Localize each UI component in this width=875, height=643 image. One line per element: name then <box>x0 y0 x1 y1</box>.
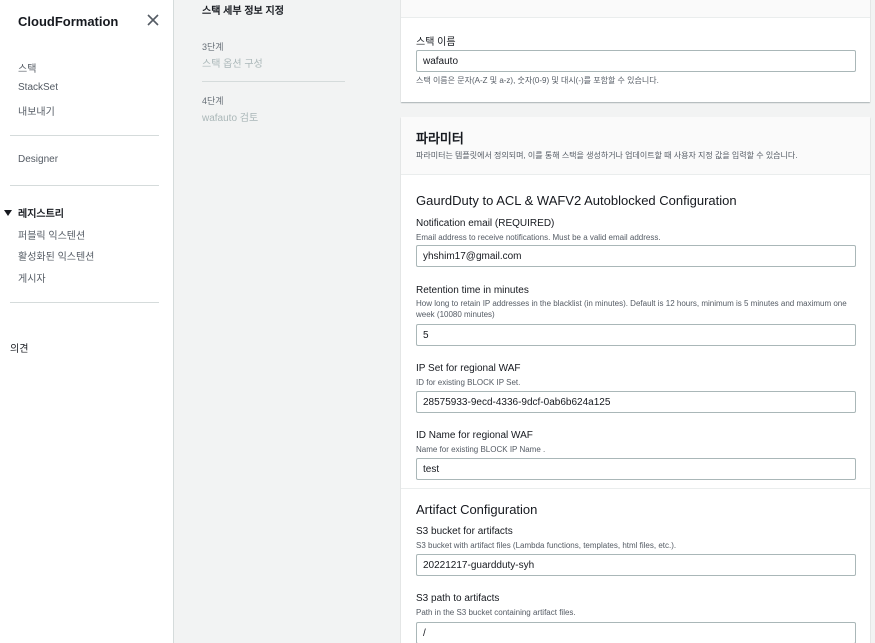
s3-path-label: S3 path to artifacts <box>416 593 500 604</box>
sidebar-section-label: 레지스트리 <box>18 209 64 220</box>
ipset-label: IP Set for regional WAF <box>416 363 521 374</box>
sidebar-item-designer[interactable]: Designer <box>18 154 58 165</box>
step-3-name[interactable]: 스택 옵션 구성 <box>202 55 263 70</box>
sidebar-section-registry[interactable]: 레지스트리 <box>4 205 64 220</box>
retention-label: Retention time in minutes <box>416 285 529 296</box>
idname-input[interactable] <box>416 458 856 480</box>
idname-description: Name for existing BLOCK IP Name . <box>416 445 546 454</box>
panel-header <box>401 117 870 175</box>
sidebar-item-public-extensions[interactable]: 퍼블릭 익스텐션 <box>18 227 85 242</box>
email-description: Email address to receive notifications. … <box>416 233 661 242</box>
side-navigation: CloudFormation 스택 StackSet 내보내기 Designer… <box>0 0 174 643</box>
sidebar-item-activated-extensions[interactable]: 활성화된 익스텐션 <box>18 248 94 263</box>
section-title-guardduty: GaurdDuty to ACL & WAFV2 Autoblocked Con… <box>416 193 737 208</box>
sidebar-divider <box>10 135 159 136</box>
wizard-steps: 스택 세부 정보 지정 3단계 스택 옵션 구성 4단계 wafauto 검토 <box>174 0 390 643</box>
step-3-number: 3단계 <box>202 42 224 52</box>
step-4-name[interactable]: wafauto 검토 <box>202 109 258 124</box>
step-current-label: 스택 세부 정보 지정 <box>202 6 284 17</box>
retention-description: How long to retain IP addresses in the b… <box>416 299 847 319</box>
panel-header <box>401 0 870 18</box>
stack-name-label: 스택 이름 <box>416 37 456 48</box>
sidebar-item-stacks[interactable]: 스택 <box>18 60 36 75</box>
email-input[interactable] <box>416 245 856 267</box>
close-icon[interactable] <box>146 13 160 27</box>
parameters-title: 파라미터 <box>416 131 464 146</box>
ipset-input[interactable] <box>416 391 856 413</box>
step-4-number: 4단계 <box>202 96 224 106</box>
retention-input[interactable] <box>416 324 856 346</box>
sidebar-item-exports[interactable]: 내보내기 <box>18 103 55 118</box>
idname-label: ID Name for regional WAF <box>416 430 533 441</box>
sidebar-item-publishers[interactable]: 게시자 <box>18 270 46 285</box>
parameters-panel: 파라미터 파라미터는 템플릿에서 정의되며, 이를 통해 스택을 생성하거나 업… <box>401 117 870 643</box>
sidebar-item-feedback[interactable]: 의견 <box>10 340 28 355</box>
s3-bucket-input[interactable] <box>416 554 856 576</box>
s3-path-description: Path in the S3 bucket containing artifac… <box>416 608 576 617</box>
s3-bucket-description: S3 bucket with artifact files (Lambda fu… <box>416 541 677 550</box>
s3-bucket-label: S3 bucket for artifacts <box>416 526 513 537</box>
email-label: Notification email (REQUIRED) <box>416 218 555 229</box>
sidebar-divider <box>10 302 159 303</box>
sidebar-item-stacksets[interactable]: StackSet <box>18 82 58 93</box>
section-title-artifact: Artifact Configuration <box>416 502 538 517</box>
sidebar-divider <box>10 185 159 186</box>
sidebar-title[interactable]: CloudFormation <box>18 14 118 29</box>
stack-name-input[interactable] <box>416 50 856 72</box>
stack-name-hint: 스택 이름은 문자(A-Z 및 a-z), 숫자(0-9) 및 대시(-)를 포… <box>416 76 659 85</box>
caret-down-icon <box>4 209 12 216</box>
step-divider <box>202 81 345 82</box>
section-divider <box>401 488 870 489</box>
s3-path-input[interactable] <box>416 622 856 643</box>
stack-name-panel: 스택 이름 스택 이름은 문자(A-Z 및 a-z), 숫자(0-9) 및 대시… <box>401 0 870 102</box>
parameters-description: 파라미터는 템플릿에서 정의되며, 이를 통해 스택을 생성하거나 업데이트할 … <box>416 151 798 160</box>
ipset-description: ID for existing BLOCK IP Set. <box>416 378 521 387</box>
